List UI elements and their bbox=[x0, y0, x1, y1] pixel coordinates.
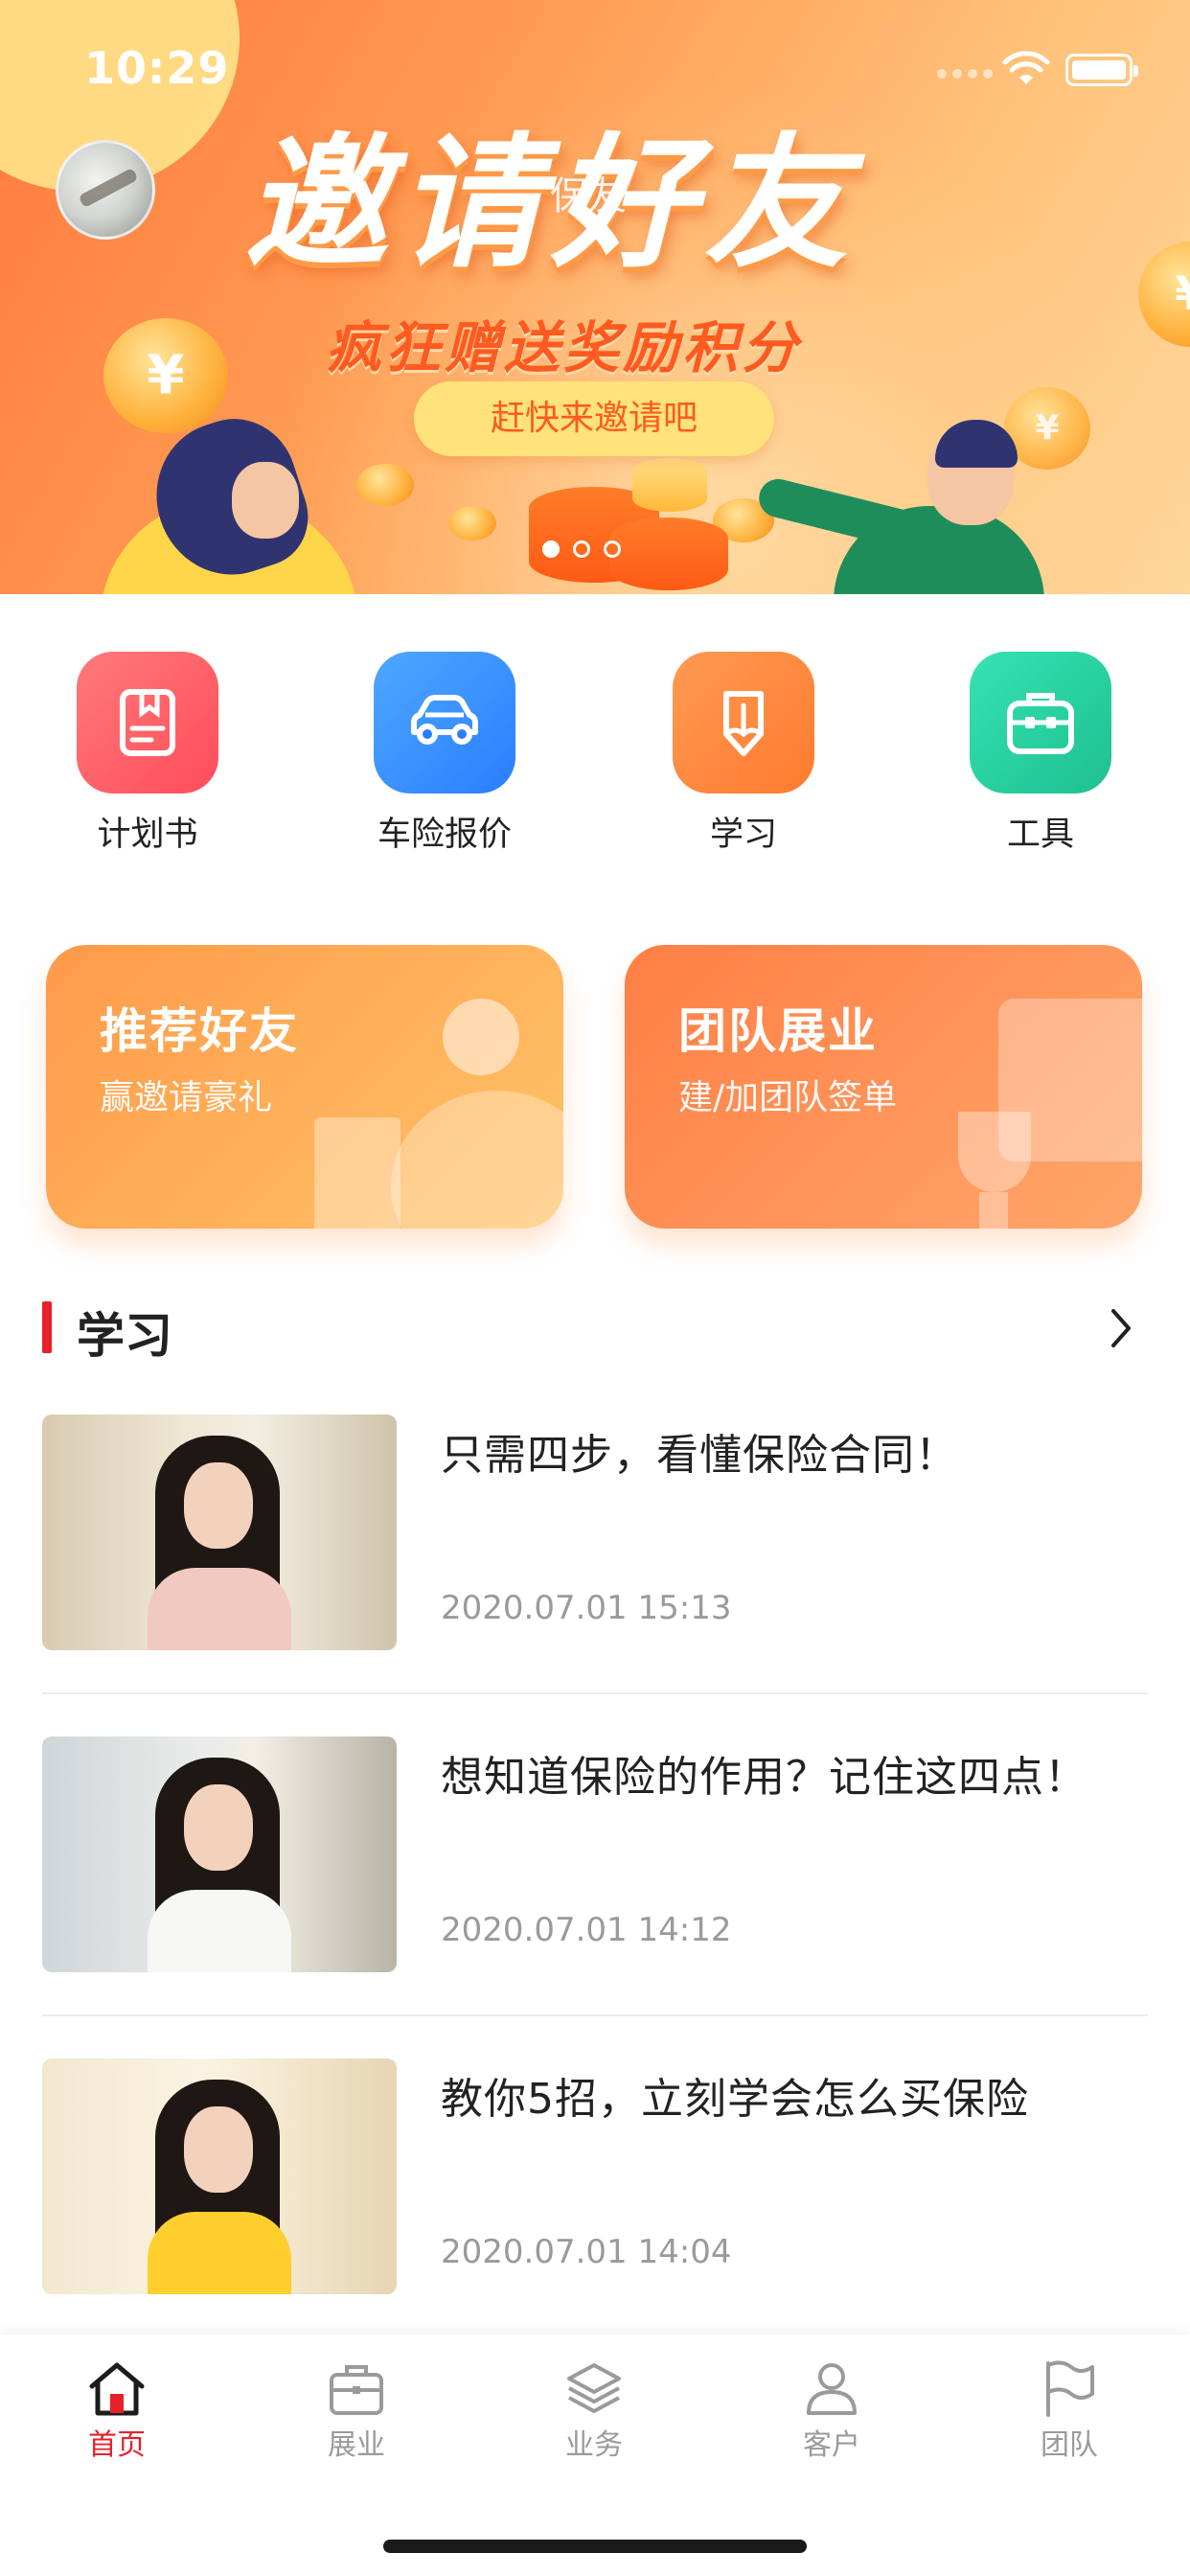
article-date: 2020.07.01 14:12 bbox=[441, 1911, 732, 1949]
card-subtitle: 建/加团队签单 bbox=[678, 1078, 898, 1117]
page-dot[interactable] bbox=[573, 540, 590, 558]
quick-action-label: 车险报价 bbox=[377, 816, 512, 854]
article-title: 只需四步，看懂保险合同！ bbox=[441, 1431, 958, 1480]
quick-action-tools[interactable]: 工具 bbox=[945, 652, 1136, 856]
tab-business[interactable]: 展业 bbox=[280, 2358, 433, 2463]
woman-illustration bbox=[100, 402, 358, 594]
gold-stack-illustration bbox=[632, 458, 707, 512]
trophy-illustration bbox=[958, 1112, 1031, 1192]
coin-icon bbox=[356, 464, 414, 506]
tab-home[interactable]: 首页 bbox=[40, 2358, 194, 2463]
card-title: 团队展业 bbox=[678, 1003, 878, 1059]
tab-customer[interactable]: 客户 bbox=[755, 2358, 908, 2463]
card-title: 推荐好友 bbox=[100, 1003, 299, 1059]
article-thumbnail bbox=[42, 1414, 397, 1650]
wifi-icon bbox=[1002, 51, 1050, 84]
article-date: 2020.07.01 15:13 bbox=[441, 1589, 732, 1627]
invite-banner[interactable]: 10:29 邀请好友 保友 疯狂赠送奖励积分 赶快来邀请吧 bbox=[0, 0, 1190, 594]
tab-service[interactable]: 业务 bbox=[517, 2358, 671, 2463]
banner-subtitle: 疯狂赠送奖励积分 bbox=[326, 315, 802, 380]
layers-icon bbox=[567, 2363, 621, 2413]
tab-label: 团队 bbox=[1041, 2428, 1098, 2462]
coin-icon bbox=[1138, 242, 1190, 347]
coin-icon bbox=[103, 318, 228, 433]
quick-action-plan[interactable]: 计划书 bbox=[52, 652, 243, 856]
quick-actions: 计划书 车险报价 学习 工具 bbox=[0, 652, 1190, 854]
tab-team[interactable]: 团队 bbox=[993, 2358, 1146, 2463]
user-avatar[interactable] bbox=[56, 140, 155, 240]
home-icon bbox=[89, 2362, 145, 2416]
article-item[interactable]: 只需四步，看懂保险合同！ 2020.07.01 15:13 bbox=[42, 1414, 1148, 1736]
smile-illustration bbox=[443, 999, 519, 1075]
car-icon bbox=[374, 652, 515, 794]
recommend-friend-card[interactable]: 推荐好友 赢邀请豪礼 bbox=[46, 945, 563, 1229]
divider bbox=[42, 2014, 1148, 2016]
tab-label: 客户 bbox=[803, 2428, 860, 2462]
person-illustration bbox=[391, 1091, 563, 1229]
article-item[interactable]: 想知道保险的作用？记住这四点！ 2020.07.01 14:12 bbox=[42, 1736, 1148, 2058]
flag-icon bbox=[1046, 2360, 1094, 2417]
coin-icon bbox=[448, 506, 496, 540]
article-title: 想知道保险的作用？记住这四点！ bbox=[441, 1753, 1087, 1802]
team-business-card[interactable]: 团队展业 建/加团队签单 bbox=[625, 945, 1142, 1229]
page-dot[interactable] bbox=[604, 540, 621, 558]
section-title: 学习 bbox=[77, 1308, 172, 1364]
article-date: 2020.07.01 14:04 bbox=[441, 2233, 732, 2271]
article-item[interactable]: 教你5招，立刻学会怎么买保险 2020.07.01 14:04 bbox=[42, 2058, 1148, 2380]
quick-action-learning[interactable]: 学习 bbox=[648, 652, 839, 856]
article-thumbnail bbox=[42, 2058, 397, 2294]
quick-action-car-quote[interactable]: 车险报价 bbox=[349, 652, 540, 856]
article-thumbnail bbox=[42, 1736, 397, 1972]
divider bbox=[42, 1692, 1148, 1694]
gift-illustration bbox=[314, 1117, 400, 1229]
person-icon bbox=[807, 2363, 857, 2415]
battery-icon bbox=[1065, 54, 1138, 86]
card-subtitle: 赢邀请豪礼 bbox=[100, 1078, 273, 1117]
tab-label: 展业 bbox=[328, 2428, 385, 2462]
quick-action-label: 工具 bbox=[1006, 816, 1074, 854]
banner-page-indicator[interactable] bbox=[542, 540, 621, 558]
chevron-right-icon[interactable] bbox=[1096, 1301, 1144, 1355]
tab-label: 业务 bbox=[565, 2428, 623, 2462]
man-illustration bbox=[754, 420, 1044, 594]
page-dot[interactable] bbox=[542, 540, 560, 558]
quick-action-label: 学习 bbox=[709, 816, 777, 854]
trophy-stand-illustration bbox=[979, 1192, 1008, 1229]
banner-overlay-text: 保友 bbox=[550, 174, 627, 218]
tab-label: 首页 bbox=[88, 2428, 146, 2462]
coin-stack-illustration bbox=[609, 518, 728, 590]
quick-action-label: 计划书 bbox=[97, 816, 198, 854]
plan-book-icon bbox=[77, 652, 218, 794]
briefcase-icon bbox=[330, 2365, 383, 2415]
section-accent-bar bbox=[42, 1301, 52, 1353]
article-title: 教你5招，立刻学会怎么买保险 bbox=[441, 2075, 1029, 2124]
signal-icon bbox=[937, 69, 993, 79]
toolbox-icon bbox=[970, 652, 1111, 794]
status-time: 10:29 bbox=[84, 42, 230, 94]
banner-cta-pill[interactable]: 赶快来邀请吧 bbox=[414, 381, 774, 456]
home-indicator[interactable] bbox=[383, 2540, 807, 2553]
pencil-icon bbox=[673, 652, 814, 794]
